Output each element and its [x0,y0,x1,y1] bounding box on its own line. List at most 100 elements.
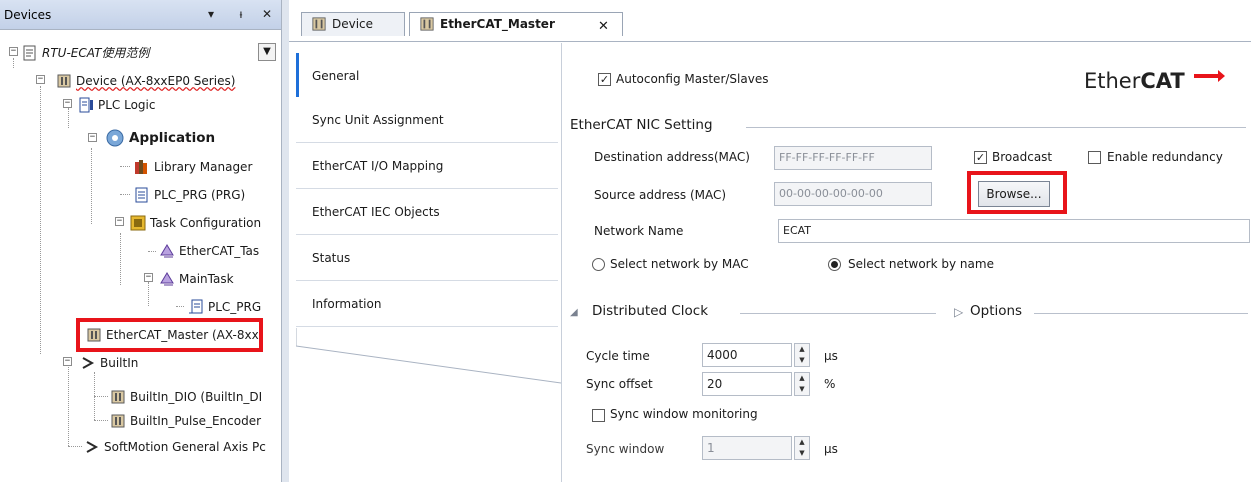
section-divider [740,313,936,314]
tree-expander[interactable]: − [63,357,72,366]
devices-pane: Devices ▾ ᵼ ✕ − RTU-ECAT使用范例 ▼ − Device … [0,0,282,482]
tree-item-label: SoftMotion General Axis Pc [104,439,266,454]
tree-item-builtin-pulse-encoder[interactable]: BuiltIn_Pulse_Encoder [110,409,261,431]
sync-window-monitoring-label: Sync window monitoring [610,407,758,421]
broadcast-checkbox[interactable]: ✓ [974,151,987,164]
task-icon [160,271,174,285]
tree-expander[interactable]: − [63,99,72,108]
sync-offset-spinner[interactable]: ▲ ▼ [794,372,810,396]
select-by-name-radio[interactable] [828,258,841,271]
nav-bottom-edge [296,328,562,384]
network-name-label: Network Name [594,224,684,238]
config-side-nav: General Sync Unit Assignment EtherCAT I/… [289,43,562,482]
spin-up-icon[interactable]: ▲ [795,437,809,448]
tree-item-maintask[interactable]: MainTask [159,267,234,289]
tree-item-builtin-dio[interactable]: BuiltIn_DIO (BuiltIn_DI [110,385,262,407]
tree-item-plc-prg-call[interactable]: PLC_PRG [188,295,261,317]
tree-item-application[interactable]: Application [105,126,215,148]
tree-expander[interactable]: − [9,47,18,56]
source-address-field[interactable]: 00-00-00-00-00-00 [774,182,932,206]
pin-icon[interactable]: ᵼ [234,6,248,22]
tree-item-builtin[interactable]: BuiltIn [80,351,138,373]
tree-item-project[interactable]: RTU-ECAT使用范例 [22,41,149,63]
pane-splitter[interactable] [282,0,289,482]
ethercat-logo-bold: CAT [1140,69,1185,93]
select-by-mac-radio[interactable] [592,258,605,271]
spin-up-icon[interactable]: ▲ [795,344,809,355]
tree-item-label: Device (AX-8xxEP0 Series) [76,73,236,88]
collapse-triangle-icon[interactable]: ◢ [570,307,578,318]
tree-item-plc-logic[interactable]: PLC Logic [78,93,155,115]
device-icon [111,414,125,427]
nav-sync-unit-assignment[interactable]: Sync Unit Assignment [296,97,558,143]
nav-label: Information [312,297,382,311]
tree-expander[interactable]: − [88,133,97,142]
tree-item-device[interactable]: Device (AX-8xxEP0 Series) [56,69,235,91]
spin-up-icon[interactable]: ▲ [795,373,809,384]
source-address-label: Source address (MAC) [594,188,727,202]
nav-ethercat-iec-objects[interactable]: EtherCAT IEC Objects [296,189,558,235]
tab-device[interactable]: Device [301,12,405,36]
close-pane-icon[interactable]: ✕ [260,6,274,22]
cycle-time-input[interactable]: 4000 [702,343,792,367]
tree-item-label: Application [129,129,216,146]
highlight-box-ethercat-master [76,318,263,352]
sync-window-input[interactable]: 1 [702,436,792,460]
tree-item-plc-prg[interactable]: PLC_PRG (PRG) [134,183,245,205]
sync-window-spinner[interactable]: ▲ ▼ [794,436,810,460]
nav-general[interactable]: General [296,53,558,99]
tree-expander[interactable]: − [144,273,153,282]
device-icon [57,74,71,87]
tree-item-label: PLC_PRG [208,299,262,314]
tree-item-softmotion-axis-pool[interactable]: SoftMotion General Axis Pc [84,435,266,457]
options-heading: Options [970,303,1023,319]
select-by-name-label: Select network by name [848,257,994,271]
sync-offset-label: Sync offset [586,377,653,391]
tree-item-library-manager[interactable]: Library Manager [134,155,252,177]
editor-area: Device EtherCAT_Master ✕ General Sync Un… [289,0,1251,482]
device-icon [420,17,434,31]
tab-ethercat-master[interactable]: EtherCAT_Master ✕ [409,12,623,36]
expand-triangle-icon[interactable]: ▷ [954,305,963,319]
devices-pane-title: Devices [4,8,52,22]
nav-information[interactable]: Information [296,281,558,327]
cycle-time-unit: µs [824,349,838,363]
tree-dropdown-button[interactable]: ▼ [258,43,276,61]
builtin-axis-icon [82,356,95,369]
nic-setting-heading: EtherCAT NIC Setting [570,117,713,133]
autoconfig-checkbox[interactable]: ✓ [598,73,611,86]
spin-down-icon[interactable]: ▼ [795,384,809,395]
tree-expander[interactable]: − [36,75,45,84]
tree-item-label: BuiltIn_Pulse_Encoder [130,413,262,428]
spin-down-icon[interactable]: ▼ [795,448,809,459]
section-divider [746,127,1246,128]
tree-item-label: Library Manager [154,159,253,174]
devices-pane-header: Devices ▾ ᵼ ✕ [0,0,281,30]
cycle-time-spinner[interactable]: ▲ ▼ [794,343,810,367]
destination-address-field[interactable]: FF-FF-FF-FF-FF-FF [774,146,932,170]
spin-down-icon[interactable]: ▼ [795,355,809,366]
general-settings-panel: ✓ Autoconfig Master/Slaves EtherCAT Ethe… [561,43,1251,482]
network-name-input[interactable]: ECAT [778,219,1250,243]
nav-label: Status [312,251,351,265]
tree-item-label: Task Configuration [150,215,262,230]
highlight-box-browse [967,171,1067,214]
nav-label: EtherCAT IEC Objects [312,205,440,219]
tree-item-label: MainTask [179,271,234,286]
tree-item-label: PLC_PRG (PRG) [154,187,246,202]
tree-item-label: EtherCAT_Tas [179,243,260,258]
enable-redundancy-checkbox[interactable] [1088,151,1101,164]
enable-redundancy-label: Enable redundancy [1107,150,1223,164]
tree-item-label: BuiltIn_DIO (BuiltIn_DI [130,389,263,404]
ethercat-logo-plain: Ether [1084,69,1141,93]
tree-item-task-configuration[interactable]: Task Configuration [130,211,261,233]
sync-window-monitoring-checkbox[interactable] [592,409,605,422]
sync-offset-input[interactable]: 20 [702,372,792,396]
nav-ethercat-io-mapping[interactable]: EtherCAT I/O Mapping [296,143,558,189]
tree-item-ethercat-task[interactable]: EtherCAT_Tas [159,239,259,261]
program-call-icon [189,299,203,313]
close-tab-icon[interactable]: ✕ [598,16,609,38]
tree-expander[interactable]: − [115,217,124,226]
nav-status[interactable]: Status [296,235,558,281]
pane-menu-dropdown-icon[interactable]: ▾ [204,6,218,22]
